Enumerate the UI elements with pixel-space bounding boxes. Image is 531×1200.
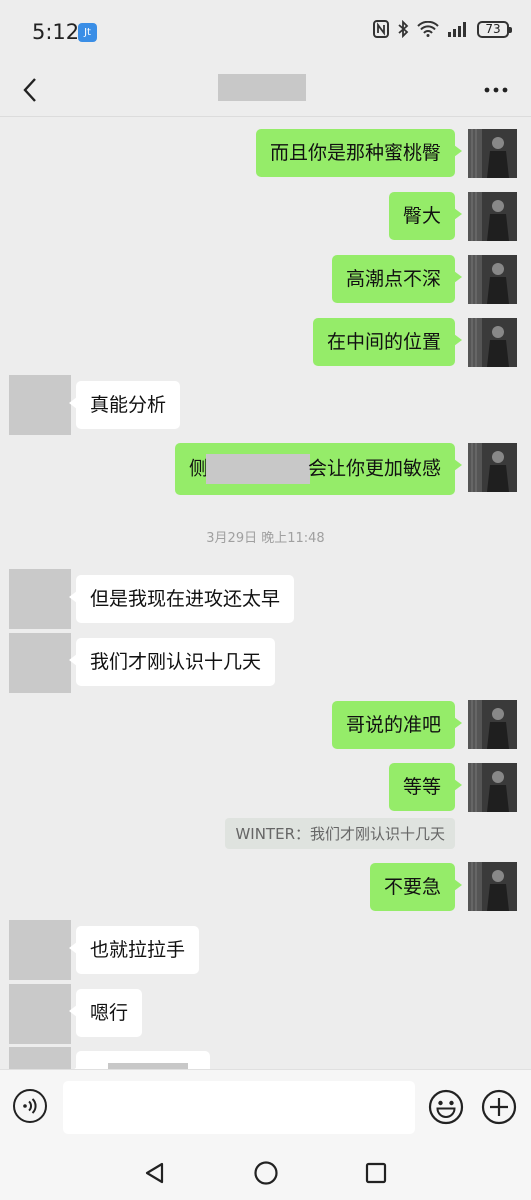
- system-home-button[interactable]: [252, 1159, 280, 1187]
- battery-icon: 73: [477, 20, 512, 38]
- message-list[interactable]: 而且你是那种蜜桃臀 臀大 高潮点不深 在中间的位置 真能分析 侧会让你更加敏感 …: [0, 117, 531, 1069]
- more-features-button[interactable]: [481, 1089, 517, 1125]
- message-bubble-received[interactable]: 真能分析: [68, 381, 181, 429]
- square-recents-icon: [365, 1162, 387, 1184]
- message-bubble-sent[interactable]: 侧会让你更加敏感: [174, 443, 463, 495]
- nfc-icon: [373, 20, 389, 38]
- battery-level: 73: [485, 22, 501, 36]
- message-bubble-sent[interactable]: 臀大: [388, 192, 463, 240]
- message-bubble-received[interactable]: 也就拉拉手: [68, 926, 200, 974]
- message-bubble-received[interactable]: [69, 1051, 210, 1069]
- status-bar: 5:12 Jt 73: [0, 0, 531, 64]
- chat-title-redacted: [218, 74, 306, 101]
- self-avatar[interactable]: [468, 255, 517, 304]
- message-bubble-sent[interactable]: 在中间的位置: [312, 318, 463, 366]
- notification-app-icon: Jt: [78, 23, 97, 42]
- system-navigation-bar: [0, 1147, 531, 1200]
- back-arrow-icon: [23, 78, 36, 102]
- contact-avatar-redacted[interactable]: [9, 920, 71, 980]
- self-avatar[interactable]: [468, 192, 517, 241]
- message-bubble-sent[interactable]: 等等: [388, 763, 463, 811]
- message-bubble-received[interactable]: 嗯行: [68, 989, 143, 1037]
- system-recents-button[interactable]: [362, 1159, 390, 1187]
- status-icons: 73: [373, 20, 512, 38]
- message-timestamp: 3月29日 晚上11:48: [206, 531, 325, 546]
- circle-home-icon: [254, 1161, 278, 1185]
- back-button[interactable]: [14, 72, 46, 108]
- self-avatar[interactable]: [468, 318, 517, 367]
- plus-icon: [481, 1089, 517, 1125]
- bluetooth-icon: [398, 20, 409, 38]
- message-bubble-sent[interactable]: 而且你是那种蜜桃臀: [255, 129, 463, 177]
- more-dots-icon: [484, 87, 508, 93]
- system-back-button[interactable]: [141, 1159, 169, 1187]
- voice-input-button[interactable]: [13, 1089, 47, 1123]
- self-avatar[interactable]: [468, 700, 517, 749]
- signal-icon: [448, 22, 466, 37]
- message-bubble-sent[interactable]: 不要急: [369, 863, 463, 911]
- chat-header: [0, 64, 531, 117]
- message-bubble-sent[interactable]: 哥说的准吧: [331, 701, 463, 749]
- redacted-text: [205, 454, 310, 484]
- message-bubble-sent[interactable]: 高潮点不深: [331, 255, 463, 303]
- status-time: 5:12: [32, 20, 80, 44]
- message-bubble-received[interactable]: 我们才刚认识十几天: [68, 638, 276, 686]
- contact-avatar-redacted[interactable]: [9, 1047, 71, 1069]
- voice-icon: [23, 1098, 37, 1114]
- contact-avatar-redacted[interactable]: [9, 984, 71, 1044]
- contact-avatar-redacted[interactable]: [9, 633, 71, 693]
- contact-avatar-redacted[interactable]: [9, 569, 71, 629]
- wifi-icon: [417, 21, 439, 37]
- message-text-end: 会让你更加敏感: [307, 457, 441, 480]
- triangle-back-icon: [145, 1162, 164, 1184]
- emoji-button[interactable]: [428, 1089, 464, 1125]
- self-avatar[interactable]: [468, 763, 517, 812]
- self-avatar[interactable]: [468, 862, 517, 911]
- quoted-message[interactable]: WINTER：我们才刚认识十几天: [225, 818, 455, 849]
- input-bar: [0, 1069, 531, 1148]
- message-input[interactable]: [63, 1081, 415, 1134]
- contact-avatar-redacted[interactable]: [9, 375, 71, 435]
- self-avatar[interactable]: [468, 129, 517, 178]
- self-avatar[interactable]: [468, 443, 517, 492]
- more-options-button[interactable]: [479, 72, 513, 108]
- message-bubble-received[interactable]: 但是我现在进攻还太早: [68, 575, 295, 623]
- emoji-icon: [428, 1089, 464, 1125]
